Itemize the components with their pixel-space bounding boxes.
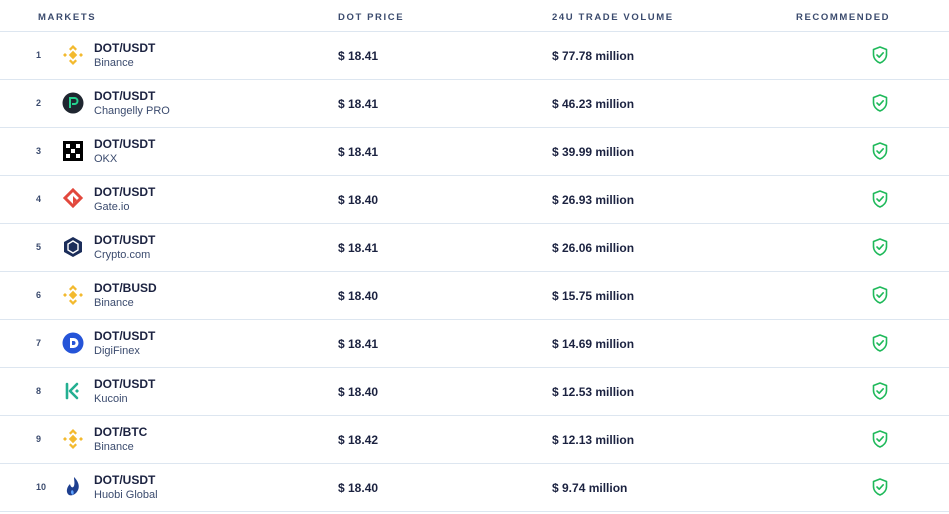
shield-check-icon: [872, 142, 888, 160]
exchange-name[interactable]: Huobi Global: [94, 489, 158, 501]
table-row[interactable]: 9 DOT/BTC Binance $ 18.42 $ 12.13 millio…: [0, 416, 949, 464]
market-pair[interactable]: DOT/USDT: [94, 89, 155, 103]
market-pair[interactable]: DOT/BTC: [94, 425, 147, 439]
table-row[interactable]: 8 DOT/USDT Kucoin $ 18.40 $ 12.53 millio…: [0, 368, 949, 416]
shield-check-icon: [872, 334, 888, 352]
shield-check-icon: [872, 430, 888, 448]
trade-volume: $ 12.53 million: [552, 385, 635, 399]
rank: 6: [36, 290, 42, 300]
shield-check-icon: [872, 382, 888, 400]
trade-volume: $ 77.78 million: [552, 49, 635, 63]
market-pair[interactable]: DOT/USDT: [94, 329, 155, 343]
dot-price: $ 18.41: [338, 337, 379, 351]
dot-price: $ 18.41: [338, 241, 379, 255]
shield-check-icon: [872, 286, 888, 304]
exchange-name[interactable]: DigiFinex: [94, 345, 140, 357]
trade-volume: $ 26.93 million: [552, 193, 635, 207]
table-row[interactable]: 4 DOT/USDT Gate.io $ 18.40 $ 26.93 milli…: [0, 176, 949, 224]
table-row[interactable]: 7 DOT/USDT DigiFinex $ 18.41 $ 14.69 mil…: [0, 320, 949, 368]
gate-io-icon: [62, 188, 84, 210]
table-row[interactable]: 1 DOT/USDT Binance $ 18.41 $ 77.78 milli…: [0, 32, 949, 80]
rank: 9: [36, 434, 42, 444]
trade-volume: $ 15.75 million: [552, 289, 635, 303]
dot-price: $ 18.40: [338, 289, 379, 303]
table-row[interactable]: 3 DOT/USDT OKX $ 18.41 $ 39.99 million: [0, 128, 949, 176]
exchange-name[interactable]: Crypto.com: [94, 249, 150, 261]
binance-icon: [62, 284, 84, 306]
shield-check-icon: [872, 478, 888, 496]
market-pair[interactable]: DOT/USDT: [94, 233, 155, 247]
rank: 2: [36, 98, 42, 108]
market-pair[interactable]: DOT/USDT: [94, 473, 155, 487]
exchange-name[interactable]: Gate.io: [94, 201, 129, 213]
trade-volume: $ 46.23 million: [552, 97, 635, 111]
header-trade-volume[interactable]: 24U TRADE VOLUME: [552, 12, 674, 23]
shield-check-icon: [872, 190, 888, 208]
shield-check-icon: [872, 94, 888, 112]
exchange-name[interactable]: Binance: [94, 57, 134, 69]
trade-volume: $ 12.13 million: [552, 433, 635, 447]
exchange-name[interactable]: OKX: [94, 153, 117, 165]
market-pair[interactable]: DOT/USDT: [94, 137, 155, 151]
rank: 4: [36, 194, 42, 204]
market-pair[interactable]: DOT/USDT: [94, 41, 155, 55]
rank: 5: [36, 242, 42, 252]
rank: 10: [36, 482, 47, 492]
exchange-name[interactable]: Binance: [94, 441, 134, 453]
table-row[interactable]: 5 DOT/USDT Crypto.com $ 18.41 $ 26.06 mi…: [0, 224, 949, 272]
rank: 8: [36, 386, 42, 396]
dot-price: $ 18.40: [338, 481, 379, 495]
table-row[interactable]: 6 DOT/BUSD Binance $ 18.40 $ 15.75 milli…: [0, 272, 949, 320]
changelly-pro-icon: [62, 92, 84, 114]
dot-price: $ 18.41: [338, 97, 379, 111]
markets-table: MARKETS DOT PRICE 24U TRADE VOLUME RECOM…: [0, 0, 949, 512]
digifinex-icon: [62, 332, 84, 354]
header-recommended[interactable]: RECOMMENDED: [796, 12, 890, 23]
dot-price: $ 18.42: [338, 433, 379, 447]
huobi-global-icon: [62, 476, 84, 498]
dot-price: $ 18.40: [338, 193, 379, 207]
dot-price: $ 18.41: [338, 145, 379, 159]
exchange-name[interactable]: Kucoin: [94, 393, 128, 405]
exchange-name[interactable]: Binance: [94, 297, 134, 309]
dot-price: $ 18.40: [338, 385, 379, 399]
header-dot-price[interactable]: DOT PRICE: [338, 12, 404, 23]
exchange-name[interactable]: Changelly PRO: [94, 105, 170, 117]
kucoin-icon: [62, 380, 84, 402]
table-row[interactable]: 10 DOT/USDT Huobi Global $ 18.40 $ 9.74 …: [0, 464, 949, 512]
trade-volume: $ 39.99 million: [552, 145, 635, 159]
trade-volume: $ 14.69 million: [552, 337, 635, 351]
shield-check-icon: [872, 46, 888, 64]
binance-icon: [62, 44, 84, 66]
market-pair[interactable]: DOT/BUSD: [94, 281, 157, 295]
dot-price: $ 18.41: [338, 49, 379, 63]
shield-check-icon: [872, 238, 888, 256]
table-body: 1 DOT/USDT Binance $ 18.41 $ 77.78 milli…: [0, 32, 949, 512]
market-pair[interactable]: DOT/USDT: [94, 185, 155, 199]
binance-icon: [62, 428, 84, 450]
rank: 3: [36, 146, 42, 156]
crypto-com-icon: [62, 236, 84, 258]
rank: 7: [36, 338, 42, 348]
trade-volume: $ 26.06 million: [552, 241, 635, 255]
okx-icon: [62, 140, 84, 162]
rank: 1: [36, 50, 42, 60]
header-markets[interactable]: MARKETS: [38, 12, 96, 23]
table-row[interactable]: 2 DOT/USDT Changelly PRO $ 18.41 $ 46.23…: [0, 80, 949, 128]
trade-volume: $ 9.74 million: [552, 481, 628, 495]
market-pair[interactable]: DOT/USDT: [94, 377, 155, 391]
table-header: MARKETS DOT PRICE 24U TRADE VOLUME RECOM…: [0, 0, 949, 32]
